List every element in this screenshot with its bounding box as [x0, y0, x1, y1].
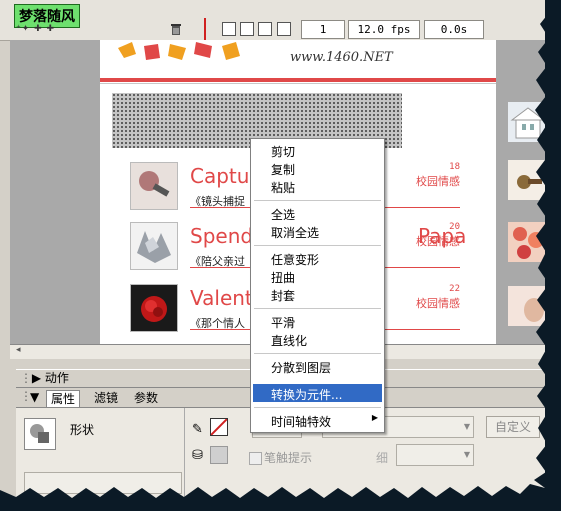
- tab-parameters[interactable]: 参数: [130, 390, 162, 406]
- menu-item-straighten[interactable]: 直线化: [271, 332, 307, 349]
- onion-outline-icon[interactable]: [240, 22, 254, 36]
- dropdown-arrow-icon: ▼: [463, 422, 470, 431]
- frame-rate-field: 12.0 fps: [348, 20, 420, 39]
- menu-item-deselect-all[interactable]: 取消全选: [271, 224, 319, 241]
- stroke-hinting-checkbox[interactable]: [249, 452, 262, 465]
- playhead-marker[interactable]: [204, 18, 206, 40]
- menu-item-paste[interactable]: 粘贴: [271, 179, 295, 196]
- shape-icon: [24, 418, 56, 450]
- menu-separator: [254, 245, 381, 246]
- menu-separator: [254, 407, 381, 408]
- tab-properties[interactable]: 属性: [46, 390, 81, 407]
- header-red-rule: [100, 78, 496, 82]
- header-gray-rule: [100, 83, 496, 84]
- entry-number: 18: [449, 162, 460, 172]
- banner-logo-graphic: [118, 42, 240, 60]
- submenu-arrow-icon: ▶: [371, 413, 378, 422]
- elapsed-time-field: 0.0s: [424, 20, 484, 39]
- instance-dropdown[interactable]: [24, 472, 182, 494]
- entry-number: 22: [449, 284, 460, 294]
- entry-thumbnail: [130, 162, 178, 210]
- edit-multiple-frames-icon[interactable]: [258, 22, 272, 36]
- menu-item-select-all[interactable]: 全选: [271, 206, 295, 223]
- onion-skin-icon[interactable]: [222, 22, 236, 36]
- side-image-doorknob: [508, 160, 545, 200]
- layer-tool-icons[interactable]: ⁺✦ ✚ ✚: [16, 24, 55, 34]
- stroke-color-swatch[interactable]: [210, 418, 228, 436]
- menu-item-copy[interactable]: 复制: [271, 161, 295, 178]
- selection-type-label: 形状: [70, 423, 95, 437]
- side-image-portrait: [508, 286, 545, 326]
- menu-separator: [254, 353, 381, 354]
- menu-item-smooth[interactable]: 平滑: [271, 314, 295, 331]
- menu-item-envelope[interactable]: 封套: [271, 287, 295, 304]
- site-url: www.1460.NET: [290, 50, 393, 65]
- context-menu: 剪切 复制 粘贴 全选 取消全选 任意变形 扭曲 封套 平滑 直线化 分散到图层…: [250, 138, 385, 433]
- menu-separator: [254, 308, 381, 309]
- entry-number: 20: [449, 222, 460, 232]
- menu-item-distribute-to-layers[interactable]: 分散到图层: [271, 359, 331, 376]
- entry-thumbnail: [130, 284, 178, 332]
- timeline-toolbar: 梦落随风 ⁺✦ ✚ ✚ 1 12.0 fps 0.0s: [0, 0, 545, 41]
- scale-label: 细: [376, 451, 389, 465]
- collapse-arrow-icon[interactable]: ▼: [30, 390, 39, 404]
- pencil-icon: ✎: [192, 422, 203, 437]
- scroll-left-arrow-icon[interactable]: ◂: [16, 345, 21, 355]
- flash-ide-window: 梦落随风 ⁺✦ ✚ ✚ 1 12.0 fps 0.0s www.1460.NET: [0, 0, 545, 498]
- tab-filters[interactable]: 滤镜: [90, 390, 122, 406]
- stroke-hinting-label: 笔触提示: [264, 451, 313, 465]
- menu-item-free-transform[interactable]: 任意变形: [271, 251, 319, 268]
- side-image-flowers: [508, 222, 545, 262]
- menu-item-timeline-effects[interactable]: 时间轴特效: [271, 413, 331, 430]
- side-image-house: [508, 102, 545, 142]
- entry-category: 校园情感: [416, 297, 460, 310]
- entry-category: 校园情感: [416, 175, 460, 188]
- menu-item-distort[interactable]: 扭曲: [271, 269, 295, 286]
- menu-item-cut[interactable]: 剪切: [271, 143, 295, 160]
- actions-panel-title: 动作: [44, 371, 69, 385]
- panel-grip-icon: ⋮: [20, 371, 32, 385]
- no-color-icon: [210, 418, 228, 436]
- entry-thumbnail: [130, 222, 178, 270]
- menu-item-convert-to-symbol[interactable]: 转换为元件...: [271, 386, 342, 403]
- entry-category: 校园情感: [416, 235, 460, 248]
- fill-color-swatch[interactable]: [210, 446, 228, 464]
- menu-separator: [254, 200, 381, 201]
- trash-icon[interactable]: [170, 22, 182, 35]
- modify-markers-icon[interactable]: [277, 22, 291, 36]
- custom-stroke-button[interactable]: 自定义: [486, 416, 540, 438]
- scale-dropdown[interactable]: ▼: [396, 444, 474, 466]
- panel-divider: [184, 408, 185, 498]
- dropdown-arrow-icon: ▼: [463, 450, 470, 459]
- paint-bucket-icon: ⛁: [192, 448, 203, 463]
- current-frame-field: 1: [301, 20, 345, 39]
- expand-arrow-icon[interactable]: ▶: [32, 371, 41, 385]
